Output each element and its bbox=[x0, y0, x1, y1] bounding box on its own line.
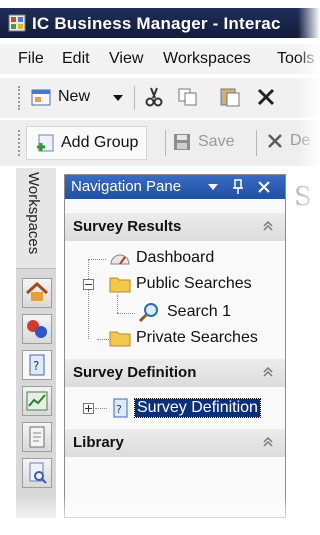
search-doc-icon[interactable] bbox=[22, 458, 52, 488]
menu-tools[interactable]: Tools bbox=[277, 50, 314, 68]
section-library[interactable]: Library bbox=[65, 429, 285, 457]
tree-connector bbox=[117, 313, 135, 315]
expander-survey-definition[interactable] bbox=[83, 403, 94, 414]
dropdown-icon[interactable] bbox=[208, 184, 218, 191]
section-library-label: Library bbox=[73, 434, 124, 451]
section-survey-results[interactable]: Survey Results bbox=[65, 213, 285, 241]
delete-label: De bbox=[290, 132, 311, 149]
save-label: Save bbox=[198, 133, 235, 150]
tree-item-search-1[interactable]: Search 1 bbox=[137, 301, 231, 323]
home-icon[interactable] bbox=[22, 278, 52, 308]
magnifier-icon bbox=[138, 303, 158, 323]
pin-icon[interactable] bbox=[232, 179, 244, 195]
dropdown-icon[interactable] bbox=[113, 94, 123, 102]
paste-icon[interactable] bbox=[218, 86, 242, 108]
chevron-up-icon[interactable] bbox=[261, 435, 275, 449]
document-icon[interactable] bbox=[22, 422, 52, 452]
save-button[interactable]: Save bbox=[172, 132, 234, 152]
new-label: New bbox=[58, 88, 91, 105]
save-icon bbox=[174, 134, 190, 150]
group-icon[interactable] bbox=[22, 314, 52, 344]
dashboard-label: Dashboard bbox=[136, 249, 215, 266]
tree-item-public-searches[interactable]: Public Searches bbox=[109, 275, 252, 293]
section-survey-definition[interactable]: Survey Definition bbox=[65, 359, 285, 387]
toolbar-separator bbox=[165, 130, 166, 156]
workspaces-label: Workspaces bbox=[25, 172, 42, 255]
add-group-icon bbox=[37, 134, 54, 152]
copy-icon[interactable] bbox=[177, 87, 199, 107]
section-survey-definition-label: Survey Definition bbox=[73, 364, 197, 381]
new-icon bbox=[31, 89, 51, 106]
menu-file[interactable]: File bbox=[18, 50, 44, 68]
folder-icon bbox=[109, 277, 131, 293]
expander-public-searches[interactable] bbox=[83, 279, 94, 290]
nav-title: Navigation Pane bbox=[71, 178, 182, 195]
window-title: IC Business Manager - Interac bbox=[32, 14, 281, 33]
menu-edit[interactable]: Edit bbox=[62, 50, 90, 68]
svg-text:?: ? bbox=[33, 359, 39, 373]
content-heading-partial: S bbox=[294, 182, 312, 212]
close-x-icon bbox=[268, 134, 282, 148]
add-group-label: Add Group bbox=[61, 134, 139, 151]
toolbar-grip[interactable] bbox=[18, 86, 22, 110]
title-bar: IC Business Manager - Interac bbox=[0, 8, 320, 38]
tree-item-dashboard[interactable]: Dashboard bbox=[109, 249, 214, 267]
workspaces-tab[interactable]: Workspaces bbox=[16, 168, 56, 269]
svg-text:?: ? bbox=[116, 403, 122, 416]
app-icon bbox=[8, 14, 26, 32]
section-survey-results-label: Survey Results bbox=[73, 218, 182, 235]
delete-button[interactable]: De bbox=[266, 132, 310, 150]
tree-item-private-searches[interactable]: Private Searches bbox=[109, 329, 258, 347]
survey-icon-glyph: ? bbox=[29, 354, 45, 376]
document-icon-glyph bbox=[29, 426, 45, 448]
nav-header: Navigation Pane bbox=[65, 175, 285, 199]
chart-icon[interactable] bbox=[22, 386, 52, 416]
new-button[interactable]: New bbox=[30, 86, 90, 108]
folder-icon bbox=[109, 331, 131, 347]
tree-connector bbox=[97, 339, 109, 341]
menu-bar: File Edit View Workspaces Tools bbox=[0, 44, 320, 74]
close-icon[interactable] bbox=[258, 181, 270, 193]
menu-view[interactable]: View bbox=[109, 50, 143, 68]
chart-icon-glyph bbox=[26, 391, 48, 411]
toolbar-separator bbox=[134, 86, 135, 110]
private-searches-label: Private Searches bbox=[136, 329, 258, 346]
survey-definition-icon: ? bbox=[113, 398, 128, 418]
menu-workspaces[interactable]: Workspaces bbox=[163, 50, 251, 68]
tree-connector bbox=[95, 408, 107, 410]
toolbar-grip[interactable] bbox=[18, 130, 22, 156]
survey-icon[interactable]: ? bbox=[22, 350, 52, 380]
delete-icon[interactable] bbox=[256, 87, 276, 107]
dashboard-icon bbox=[110, 254, 130, 265]
survey-definition-label: Survey Definition bbox=[134, 398, 261, 418]
add-group-button[interactable]: Add Group bbox=[26, 126, 148, 160]
chevron-up-icon[interactable] bbox=[261, 365, 275, 379]
tree-connector bbox=[117, 295, 119, 313]
search-doc-icon-glyph bbox=[29, 462, 47, 484]
group-icon-glyph bbox=[27, 320, 47, 338]
toolbar-separator bbox=[256, 130, 257, 156]
navigation-pane: Navigation Pane Survey Results Dashboard… bbox=[64, 174, 286, 518]
group-toolbar: Add Group Save De bbox=[0, 120, 320, 166]
app-window: IC Business Manager - Interac File Edit … bbox=[0, 0, 320, 535]
workspaces-strip: Workspaces ? bbox=[16, 168, 56, 518]
home-icon-glyph bbox=[25, 281, 49, 301]
tree-connector bbox=[88, 259, 106, 261]
search-1-label: Search 1 bbox=[167, 303, 232, 320]
cut-icon[interactable] bbox=[144, 86, 164, 108]
tree-connector bbox=[88, 259, 90, 339]
standard-toolbar: New bbox=[0, 78, 320, 118]
chevron-up-icon[interactable] bbox=[261, 219, 275, 233]
public-searches-label: Public Searches bbox=[136, 275, 252, 292]
tree-item-survey-definition[interactable]: ? Survey Definition bbox=[109, 397, 261, 419]
